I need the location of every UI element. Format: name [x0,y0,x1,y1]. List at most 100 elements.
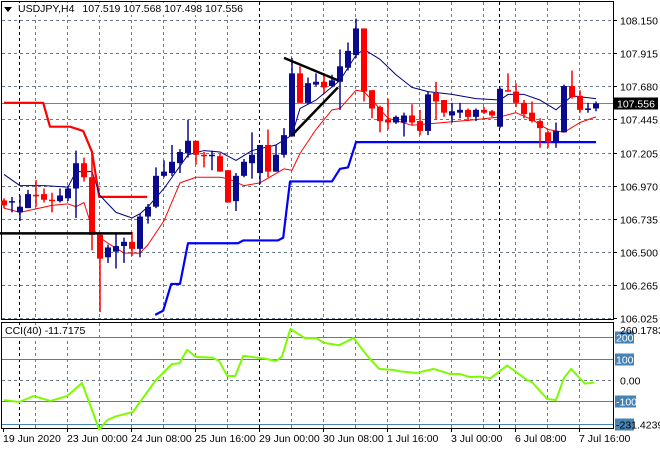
candle-body [105,247,111,258]
candle-body [409,115,415,123]
candle-body [401,115,407,123]
candle-body [249,154,255,164]
cci-level-label: 100 [616,355,634,367]
candle-body [393,116,399,123]
x-tick-label: 6 Jul 08:00 [515,433,567,445]
triangle-down-icon[interactable] [4,6,12,12]
candle-body [433,93,439,102]
candle [225,170,231,203]
candle-body [353,28,359,56]
candle-body [137,216,143,249]
cci-zero-label: 0.00 [620,376,641,388]
x-tick-label: 3 Jul 00:00 [451,433,503,445]
y-tick-label: 106.025 [620,314,658,326]
y-tick-label: 106.970 [620,182,658,194]
x-tick-label: 29 Jun 00:00 [259,433,320,445]
candle-body [545,132,551,143]
y-tick-label: 106.735 [620,215,658,227]
chart-header: USDJPY,H4 107.519 107.568 107.498 107.55… [4,3,243,15]
candle-body [145,206,151,217]
candle-body [225,170,231,203]
cci-label: CCI(40) -11.7175 [5,325,86,337]
candle-body [121,241,127,247]
candle [561,84,567,133]
cci-value: -11.7175 [44,325,86,337]
candle-body [593,103,599,109]
x-tick-label: 19 Jun 2020 [3,433,61,445]
y-tick-label: 108.150 [620,16,658,28]
candle-body [497,88,503,127]
candle-body [193,140,199,155]
candle-body [113,246,119,252]
candle-body [41,194,47,200]
candle-body [209,154,215,157]
candle-body [17,206,23,213]
candle-body [561,85,567,133]
cci-title: CCI(40) [5,325,42,337]
candle-body [201,154,207,157]
candle-body [489,111,495,116]
candle-body [233,175,239,202]
candle-body [377,107,383,122]
candle-body [321,81,327,88]
candle-body [289,73,295,137]
candle-body [177,151,183,164]
candle-body [513,91,519,103]
candle-body [553,130,559,143]
candle-body [449,111,455,116]
candle-body [265,144,271,172]
candle [361,28,367,102]
candle-body [465,109,471,117]
candle-body [329,80,335,86]
ohlc-readout: 107.519 107.568 107.498 107.556 [82,3,243,15]
y-tick-label: 107.680 [620,82,658,94]
candle-body [161,171,167,176]
candle-body [473,109,479,117]
candle-body [521,102,527,115]
candle-body [65,188,71,199]
candle-body [457,109,463,113]
candle [497,87,503,129]
candle-body [481,109,487,113]
candle-body [345,50,351,68]
y-tick-label: 107.445 [620,115,658,127]
candle-body [257,144,263,174]
candle-body [57,195,63,202]
x-tick-label: 1 Jul 16:00 [387,433,439,445]
candle-body [185,140,191,154]
candle-body [33,194,39,197]
cci-min-label: -231.4239 [616,420,660,432]
candle-body [385,119,391,123]
current-price-label: 107.556 [617,99,655,111]
candle-body [73,163,79,189]
candle-body [417,121,423,131]
x-tick-label: 30 Jun 08:00 [323,433,384,445]
candle-body [313,81,319,85]
candle-body [529,112,535,122]
candle-body [361,28,367,92]
candle-body [1,200,7,206]
candle-body [369,90,375,109]
candle-body [241,161,247,176]
candle [425,91,431,136]
y-tick-label: 106.265 [620,281,658,293]
candle-body [441,100,447,113]
candle-body [97,234,103,259]
candle-body [217,156,223,172]
chart-canvas: 108.150 107.915 107.680 107.445 107.205 106.9… [0,1,660,445]
x-tick-label: 23 Jun 00:00 [67,433,128,445]
candle-body [273,154,279,172]
candle-body [537,121,543,129]
x-tick-label: 24 Jun 08:00 [131,433,192,445]
candle-body [81,163,87,178]
candle-body [505,90,511,92]
candle-body [25,194,31,209]
cci-max-label: 260.1783 [620,325,660,337]
candle-body [9,201,15,203]
cci-level-label: -100 [616,397,637,409]
candle-body [89,177,95,235]
candle-body [297,73,303,103]
candle-body [305,83,311,103]
y-tick-label: 107.915 [620,49,658,61]
x-tick-label: 25 Jun 16:00 [195,433,256,445]
